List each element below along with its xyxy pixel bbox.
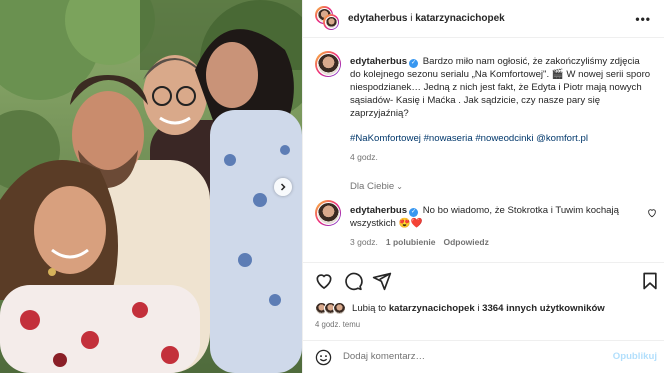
comment: edytaherbus ✓ No bo wiadomo, że Stokrotka… xyxy=(350,204,635,230)
coauthor-username[interactable]: katarzynacichopek xyxy=(415,13,505,24)
comment-bubble-icon[interactable] xyxy=(343,271,363,291)
comment-username[interactable]: edytaherbus xyxy=(350,205,407,216)
likes-prefix: Lubią to xyxy=(352,302,389,314)
comment-likes-count[interactable]: 1 polubienie xyxy=(386,237,436,247)
post-details-panel: edytaherbus i katarzynacichopek ••• edyt… xyxy=(302,0,664,373)
chevron-down-icon: ⌄ xyxy=(396,182,403,191)
post-comment-button[interactable]: Opublikuj xyxy=(613,351,657,362)
liker-avatar xyxy=(333,301,346,315)
caption-timestamp: 4 godz. xyxy=(350,152,378,162)
like-heart-icon[interactable] xyxy=(314,271,334,291)
post-caption: edytaherbus ✓ Bardzo miło nam ogłosić, że… xyxy=(350,55,652,120)
comment-avatar[interactable] xyxy=(315,200,341,226)
comment-like-heart-icon[interactable] xyxy=(647,208,657,218)
verified-badge-icon: ✓ xyxy=(409,59,419,68)
comment-input[interactable] xyxy=(343,351,603,362)
verified-badge-icon: ✓ xyxy=(409,208,419,217)
likes-summary[interactable]: Lubią to katarzynacichopek i 3364 innych… xyxy=(315,300,605,316)
carousel-next-button[interactable] xyxy=(274,178,292,196)
chevron-right-icon xyxy=(280,183,286,191)
add-comment-bar: Opublikuj xyxy=(303,340,664,373)
post-header: edytaherbus i katarzynacichopek ••• xyxy=(303,0,664,38)
post-timestamp: 4 godz. temu xyxy=(315,320,361,329)
emoji-smile-icon[interactable] xyxy=(315,349,332,366)
likes-text: Lubią to katarzynacichopek i 3364 innych… xyxy=(352,303,605,314)
comments-filter-label: Dla Ciebie xyxy=(350,181,395,192)
post-photo[interactable] xyxy=(0,0,302,373)
comment-timestamp: 3 godz. xyxy=(350,237,378,247)
more-options-icon[interactable]: ••• xyxy=(635,12,651,26)
caption-avatar[interactable] xyxy=(315,51,341,77)
post-actions xyxy=(303,262,664,298)
avatar-secondary[interactable] xyxy=(323,14,339,30)
caption-username[interactable]: edytaherbus xyxy=(350,56,407,67)
photo-illustration xyxy=(0,0,302,373)
save-bookmark-icon[interactable] xyxy=(640,271,660,291)
post-authors: edytaherbus i katarzynacichopek xyxy=(348,13,505,24)
likes-username[interactable]: katarzynacichopek xyxy=(389,303,475,314)
comments-filter[interactable]: Dla Ciebie ⌄ xyxy=(350,181,403,192)
share-send-icon[interactable] xyxy=(372,271,392,291)
comment-meta: 3 godz. 1 polubienie Odpowiedz xyxy=(350,237,489,247)
caption-hashtags[interactable]: #NaKomfortowej #nowaseria #noweodcinki @… xyxy=(350,133,588,144)
likes-others-count[interactable]: 3364 innych użytkowników xyxy=(482,303,605,314)
comment-reply-button[interactable]: Odpowiedz xyxy=(443,237,488,247)
author-username[interactable]: edytaherbus xyxy=(348,13,407,24)
